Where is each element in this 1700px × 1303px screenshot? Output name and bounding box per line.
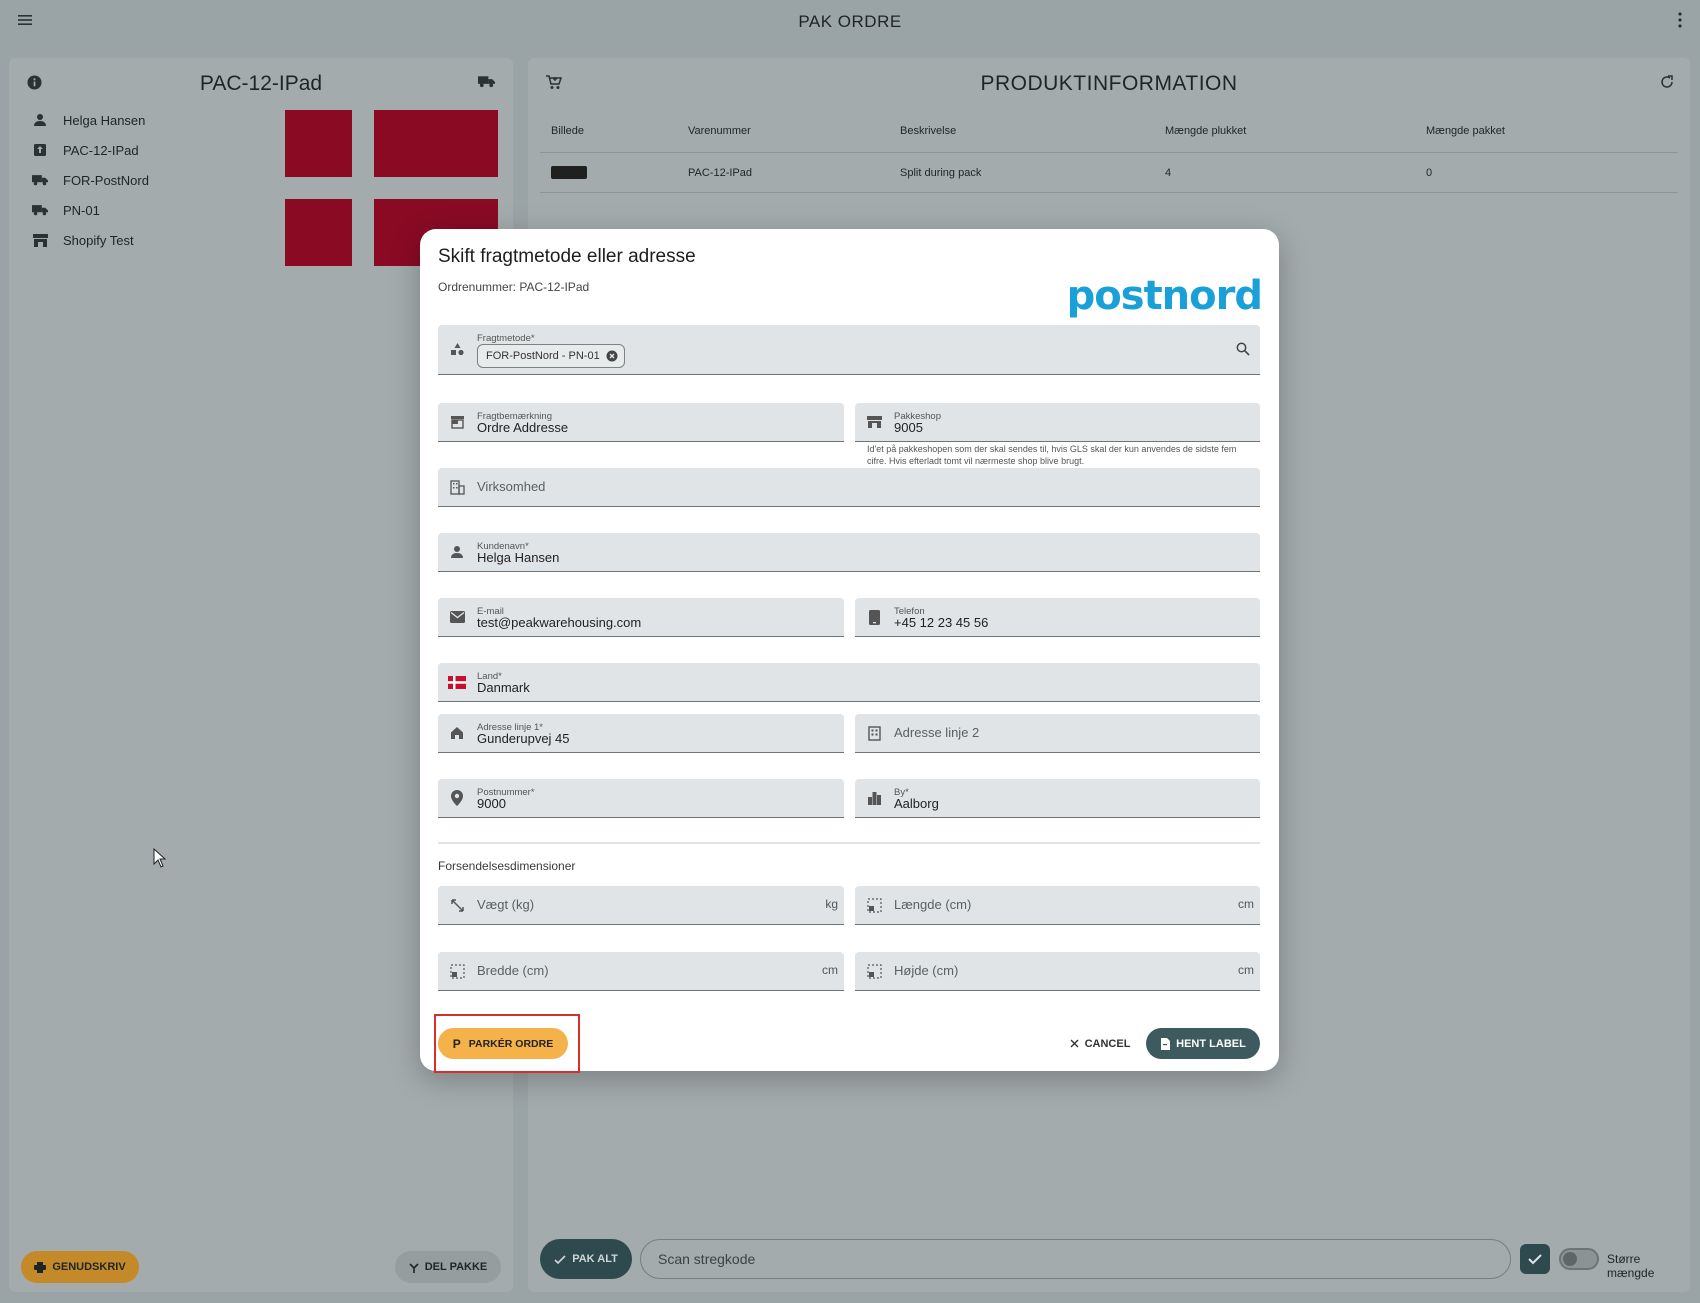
larger-quantity-toggle[interactable]: [1559, 1248, 1599, 1270]
height-field[interactable]: Højde (cm) cm: [855, 952, 1260, 991]
printer-icon: [34, 1261, 47, 1273]
truck-icon: [31, 174, 49, 186]
email-field[interactable]: E-mail test@peakwarehousing.com: [438, 598, 844, 637]
column-header: Beskrivelse: [900, 125, 957, 137]
city-field[interactable]: By* Aalborg: [855, 779, 1260, 818]
storefront-icon: [448, 413, 466, 431]
more-vertical-icon[interactable]: [1678, 12, 1682, 28]
phone-field[interactable]: Telefon +45 12 23 45 56: [855, 598, 1260, 637]
info-item-carrier: FOR-PostNord: [31, 165, 149, 195]
scan-confirm-button[interactable]: [1520, 1244, 1550, 1274]
dimension-icon: [865, 962, 883, 980]
top-app-bar: PAK ORDRE: [0, 0, 1700, 46]
info-item-service: PN-01: [31, 195, 149, 225]
close-icon: [1070, 1039, 1079, 1048]
info-item-label: Shopify Test: [63, 232, 134, 248]
column-header: Mængde pakket: [1426, 125, 1505, 137]
order-info-list: Helga Hansen PAC-12-IPad FOR-PostNord PN…: [31, 105, 149, 255]
label-icon: [1160, 1037, 1171, 1050]
truck-icon: [31, 204, 49, 216]
country-field[interactable]: Land* Danmark: [438, 663, 1260, 702]
mouse-cursor-icon: [153, 847, 167, 873]
order-number-label: Ordrenummer: PAC-12-IPad: [438, 280, 590, 294]
package-icon: [31, 143, 49, 157]
park-order-button[interactable]: P PARKÉR ORDRE: [438, 1028, 568, 1059]
info-item-store: Shopify Test: [31, 225, 149, 255]
home-icon: [448, 724, 466, 742]
freight-method-field[interactable]: Fragtmetode* FOR-PostNord - PN-01: [438, 325, 1260, 375]
freight-note-field[interactable]: Fragtbemærkning Ordre Addresse: [438, 403, 844, 442]
city-icon: [865, 789, 883, 807]
barcode-scan-input[interactable]: Scan stregkode: [640, 1239, 1511, 1279]
get-label-button[interactable]: HENT LABEL: [1146, 1028, 1260, 1059]
length-field[interactable]: Længde (cm) cm: [855, 886, 1260, 925]
table-header: Billede Varenummer Beskrivelse Mængde pl…: [540, 110, 1678, 153]
sku-cell: PAC-12-IPad: [688, 166, 752, 179]
column-header: Billede: [551, 125, 585, 137]
check-icon: [1528, 1254, 1542, 1265]
larger-quantity-label: Større mængde: [1607, 1252, 1655, 1280]
pack-all-button[interactable]: PAK ALT: [540, 1239, 632, 1279]
customer-name-field[interactable]: Kundenavn* Helga Hansen: [438, 533, 1260, 572]
info-item-label: PN-01: [63, 202, 100, 218]
column-header: Varenummer: [688, 125, 751, 137]
resize-arrow-icon: [448, 896, 466, 914]
postal-code-field[interactable]: Postnummer* 9000: [438, 779, 844, 818]
search-icon[interactable]: [1236, 342, 1250, 356]
dimension-icon: [448, 962, 466, 980]
cancel-button[interactable]: CANCEL: [1062, 1028, 1138, 1059]
parking-icon: P: [452, 1036, 461, 1051]
info-item-label: Helga Hansen: [63, 112, 146, 128]
company-field[interactable]: Virksomhed: [438, 468, 1260, 507]
dimension-icon: [865, 896, 883, 914]
picked-cell: 4: [1165, 166, 1172, 179]
product-info-title: PRODUKTINFORMATION: [980, 72, 1238, 95]
info-item-customer: Helga Hansen: [31, 105, 149, 135]
section-divider: [438, 842, 1260, 844]
double-check-icon: [554, 1254, 566, 1264]
dialog-title: Skift fragtmetode eller adresse: [438, 246, 696, 267]
width-field[interactable]: Bredde (cm) cm: [438, 952, 844, 991]
table-row[interactable]: PAC-12-IPad Split during pack 4 0: [540, 153, 1678, 193]
apartment-icon: [865, 724, 883, 742]
product-table: Billede Varenummer Beskrivelse Mængde pl…: [540, 110, 1678, 193]
weight-field[interactable]: Vægt (kg) kg: [438, 886, 844, 925]
dimensions-section-title: Forsendelsesdimensioner: [438, 859, 576, 873]
address-line-1-field[interactable]: Adresse linje 1* Gunderupvej 45: [438, 714, 844, 753]
description-cell: Split during pack: [900, 166, 982, 179]
page-title: PAK ORDRE: [798, 12, 902, 31]
postnord-logo: postnord: [1066, 273, 1263, 319]
reprint-button[interactable]: GENUDSKRIV: [21, 1251, 139, 1283]
packed-cell: 0: [1426, 166, 1433, 179]
info-item-label: FOR-PostNord: [63, 172, 149, 188]
truck-icon[interactable]: [478, 75, 495, 88]
column-header: Mængde plukket: [1165, 125, 1247, 137]
product-thumbnail: [551, 166, 587, 179]
chip-remove-icon[interactable]: [606, 350, 618, 362]
person-icon: [31, 113, 49, 127]
parcelshop-field[interactable]: Pakkeshop 9005: [855, 403, 1260, 442]
refresh-icon[interactable]: [1660, 75, 1674, 89]
split-icon: [409, 1262, 419, 1273]
address-line-2-field[interactable]: Adresse linje 2: [855, 714, 1260, 753]
product-image-cell: [540, 166, 688, 179]
parcelshop-hint: Id'et på pakkeshopen som der skal sendes…: [867, 444, 1237, 466]
order-title: PAC-12-IPad: [199, 72, 323, 95]
change-shipping-dialog: Skift fragtmetode eller adresse Ordrenum…: [420, 229, 1279, 1073]
shapes-icon: [448, 341, 466, 359]
person-icon: [448, 543, 466, 561]
info-item-label: PAC-12-IPad: [63, 142, 139, 158]
split-package-button[interactable]: DEL PAKKE: [395, 1251, 501, 1283]
building-icon: [448, 478, 466, 496]
phone-icon: [865, 608, 883, 626]
mail-icon: [448, 608, 466, 626]
store-icon: [865, 413, 883, 431]
store-icon: [31, 233, 49, 247]
location-pin-icon: [448, 789, 466, 807]
info-item-order: PAC-12-IPad: [31, 135, 149, 165]
denmark-flag-icon: [448, 673, 466, 691]
freight-method-chip[interactable]: FOR-PostNord - PN-01: [477, 344, 625, 368]
